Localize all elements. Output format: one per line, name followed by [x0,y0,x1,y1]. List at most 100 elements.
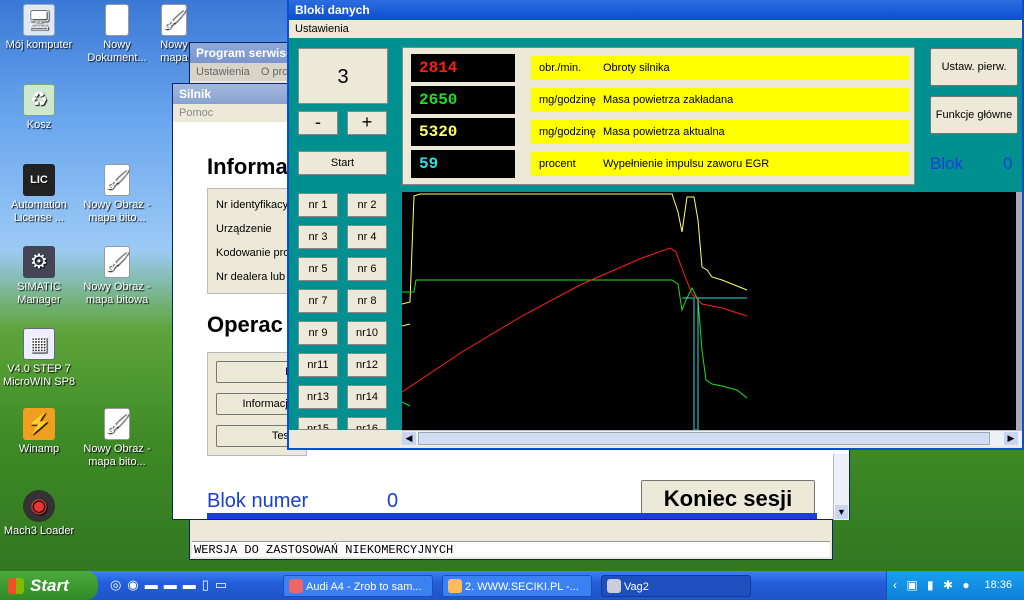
folder-icon[interactable]: ▬ [164,577,183,592]
ie-icon[interactable]: ◎ [110,577,127,592]
desktop-icon-microwin[interactable]: ▦ V4.0 STEP 7 MicroWIN SP8 [0,328,78,389]
nr-button-13[interactable]: nr13 [298,385,338,409]
desktop-icon-mach3[interactable]: ◉ Mach3 Loader [0,490,78,538]
menu-ustawienia-bloki[interactable]: Ustawienia [295,23,349,35]
winamp-icon: ⚡ [23,408,55,440]
nr-button-8[interactable]: nr 8 [347,289,387,313]
bloki-window: Bloki danych Ustawienia 3 - + Start nr 1… [287,0,1024,450]
simatic-icon: ⚙ [23,246,55,278]
desktop-icon-new-document[interactable]: Nowy Dokument... [78,4,156,65]
desktop-icon-recycle-bin[interactable]: ♻ Kosz [0,84,78,132]
bitmap-icon: 🖌 [161,4,187,36]
desktop-icon-bitmap-3[interactable]: 🖌 Nowy Obraz - mapa bito... [78,408,156,469]
desc-label: Masa powietrza zakładana [603,94,734,106]
windows-logo-icon [8,578,24,594]
scroll-down-icon[interactable]: ▼ [835,505,848,519]
tray-icons[interactable]: ‹ ▣ ▮ ✱ ● [893,578,973,592]
folder-icon[interactable]: ▬ [145,577,164,592]
media-icon[interactable]: ▯ [202,577,215,592]
signal-graph [402,193,748,430]
task-vag2[interactable]: Vag2 [601,575,751,597]
block-number-display: 3 [298,48,388,104]
web-icon [448,579,462,593]
section-operacje: Operac [207,312,283,337]
desktop-icon-automation-license[interactable]: LIC Automation License ... [0,164,78,225]
desktop-icon-bitmap-2[interactable]: 🖌 Nowy Obraz - mapa bitowa [78,246,156,307]
nr-button-6[interactable]: nr 6 [347,257,387,281]
nr-button-11[interactable]: nr11 [298,353,338,377]
desktop-icon-bitmap-1[interactable]: 🖌 Nowy Obraz - mapa bito... [78,164,156,225]
graph-area [402,192,1022,430]
blok-numer-value: 0 [387,490,399,512]
nr-button-7[interactable]: nr 7 [298,289,338,313]
nr-button-3[interactable]: nr 3 [298,225,338,249]
blok-label: Blok [930,154,964,173]
nr-button-1[interactable]: nr 1 [298,193,338,217]
silnik-vscrollbar[interactable]: ▼ [833,454,849,520]
nr-button-15[interactable]: nr15 [298,417,338,430]
graph-hscrollbar[interactable]: ◀ ▶ [402,430,1022,446]
desc-label: Masa powietrza aktualna [603,126,725,138]
value-row-air-mass-actual: mg/godzinę Masa powietrza aktualna [531,120,909,144]
value-row-rpm: obr./min. Obroty silnika [531,56,909,80]
folder-icon[interactable]: ▬ [183,577,202,592]
funkcje-glowne-button[interactable]: Funkcje główne [930,96,1018,134]
desktop-icon-new-bitmap-top[interactable]: 🖌 Nowy mapa [154,4,194,65]
value-field-rpm: 2814 [411,54,515,82]
value-field-air-mass-actual: 5320 [411,118,515,146]
trace-yellow-stub [402,323,411,327]
nr-button-2[interactable]: nr 2 [347,193,387,217]
trace-cyan [682,297,747,430]
nr-button-5[interactable]: nr 5 [298,257,338,281]
license-icon: LIC [23,164,55,196]
desktop-icon-winamp[interactable]: ⚡ Winamp [0,408,78,456]
desktop-icon-simatic-manager[interactable]: ⚙ SIMATIC Manager [0,246,78,307]
nr-button-10[interactable]: nr10 [347,321,387,345]
info-row-identyfikacja: Nr identyfikacy [216,199,289,211]
bitmap-icon: 🖌 [104,246,130,278]
start-button[interactable]: Start [298,151,387,175]
bloki-window-menubar: Ustawienia [289,20,1022,38]
task-audi[interactable]: Audi A4 - Zrob to sam... [283,575,433,597]
desc-label: Wypełnienie impulsu zaworu EGR [603,158,770,170]
trace-red [402,247,748,393]
desktop-icon-my-computer[interactable]: 🖥 Mój komputer [0,4,78,52]
ustaw-pierw-button[interactable]: Ustaw. pierw. [930,48,1018,86]
quick-launch: ◎◉▬▬▬▯▭ [110,577,270,595]
microwin-icon: ▦ [23,328,55,360]
value-row-air-mass-set: mg/godzinę Masa powietrza zakładana [531,88,909,112]
unit-label: mg/godzinę [539,126,596,138]
unit-label: obr./min. [539,62,582,74]
bloki-client-area: 3 - + Start nr 1 nr 2 nr 3 nr 4 nr 5 nr … [289,38,1022,430]
nr-button-12[interactable]: nr12 [347,353,387,377]
unit-label: procent [539,158,576,170]
unit-label: mg/godzinę [539,94,596,106]
menu-ustawienia[interactable]: Ustawienia [196,66,250,78]
nr-button-9[interactable]: nr 9 [298,321,338,345]
scroll-right-icon[interactable]: ▶ [1004,432,1018,445]
graph-vscroll[interactable] [1016,192,1022,430]
recycle-bin-icon: ♻ [23,84,55,116]
firefox-icon [289,579,303,593]
scroll-thumb[interactable] [418,432,990,445]
start-button[interactable]: Start [0,571,98,600]
values-panel: 2814 obr./min. Obroty silnika 2650 mg/go… [402,47,915,185]
task-seciki[interactable]: 2. WWW.SECIKI.PL -... [442,575,592,597]
window-icon[interactable]: ▭ [215,577,233,592]
plus-button[interactable]: + [347,111,387,135]
desc-label: Obroty silnika [603,62,670,74]
firefox-quick-icon[interactable]: ◉ [127,577,144,592]
minus-button[interactable]: - [298,111,338,135]
scroll-left-icon[interactable]: ◀ [402,432,416,445]
system-tray: ‹ ▣ ▮ ✱ ● 18:36 [886,571,1024,600]
nr-button-14[interactable]: nr14 [347,385,387,409]
menu-pomoc[interactable]: Pomoc [179,107,213,119]
footer-status: WERSJA DO ZASTOSOWAŃ NIEKOMERCYJNYCH [192,541,830,557]
blok-value: 0 [1003,154,1013,173]
nr-button-16[interactable]: nr16 [347,417,387,430]
clock: 18:36 [984,579,1012,591]
taskbar: Start ◎◉▬▬▬▯▭ Audi A4 - Zrob to sam... 2… [0,571,1024,600]
value-field-egr: 59 [411,150,515,178]
bloki-window-title: Bloki danych [289,0,1022,20]
nr-button-4[interactable]: nr 4 [347,225,387,249]
